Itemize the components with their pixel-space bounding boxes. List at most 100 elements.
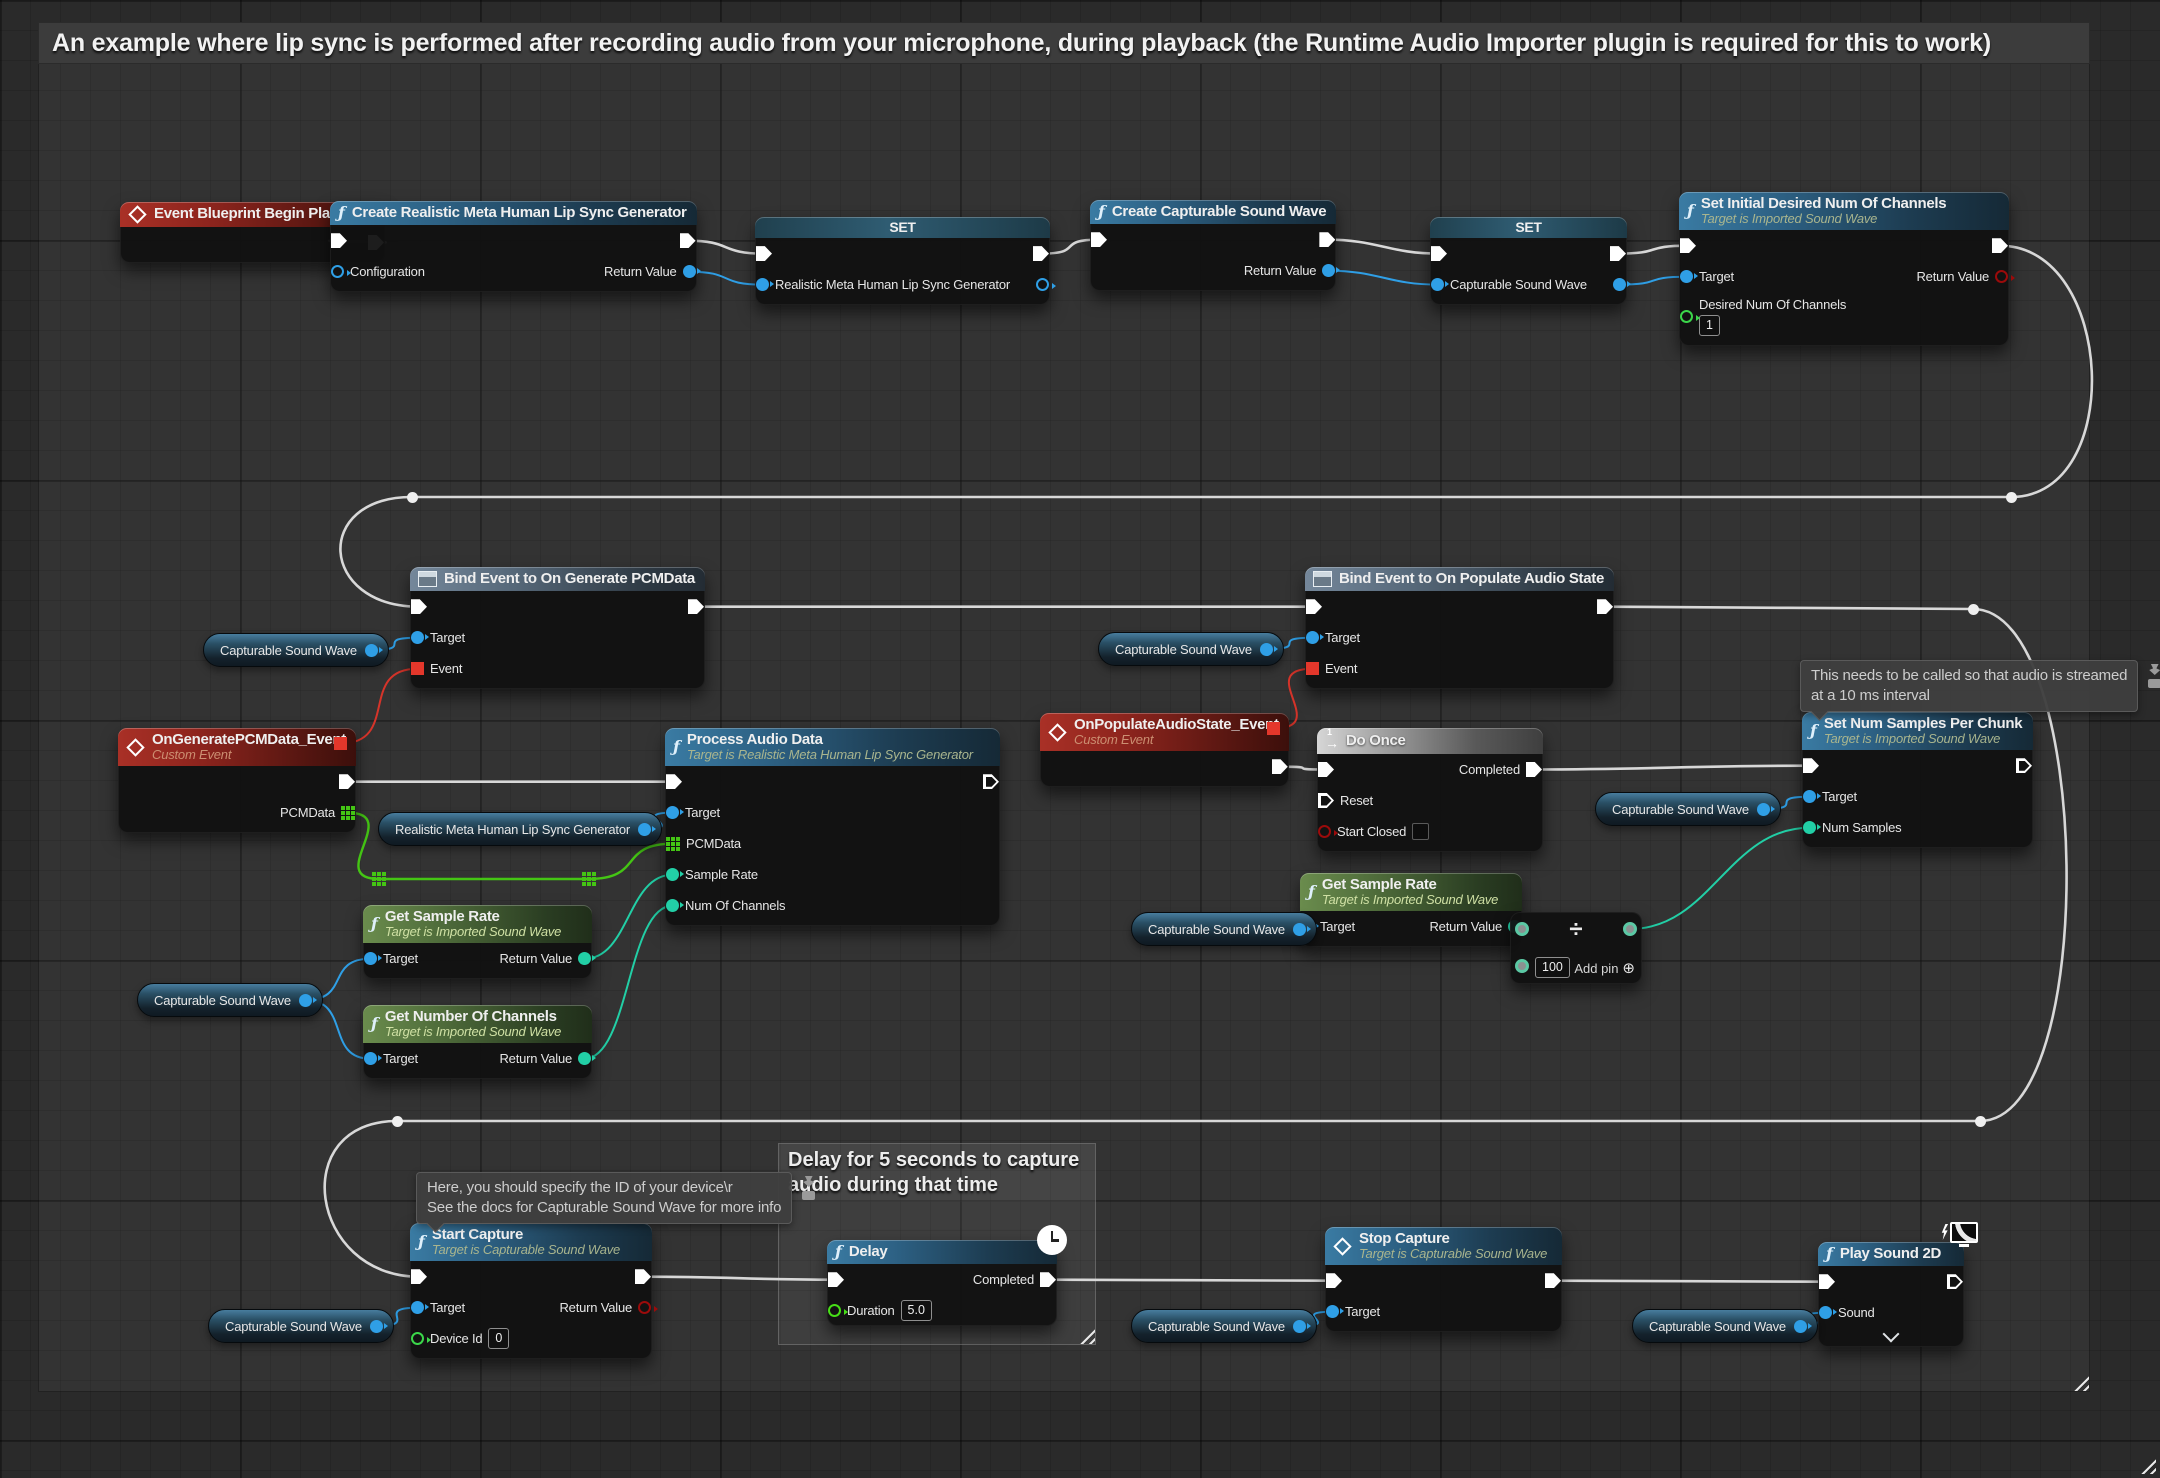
setC.out-pin[interactable]	[1613, 278, 1626, 291]
reroute-node[interactable]	[1975, 1116, 1986, 1127]
sns.target-pin[interactable]	[1803, 790, 1816, 803]
variable-get-p4[interactable]: Capturable Sound Wave	[1098, 632, 1284, 666]
setC-node[interactable]: SETCapturable Sound Wave	[1430, 217, 1627, 305]
p7.out-pin[interactable]	[370, 1320, 383, 1333]
op.dele-pin[interactable]	[1267, 722, 1280, 735]
gnc-node[interactable]: ƒGet Number Of ChannelsTarget is Importe…	[363, 1005, 592, 1079]
proc.target-pin[interactable]	[666, 806, 679, 819]
cc.execOut-pin[interactable]	[1319, 232, 1335, 247]
value-box[interactable]: 1	[1699, 315, 1720, 336]
comment-title-bar[interactable]: An example where lip sync is performed a…	[38, 22, 2090, 64]
p4.out-pin[interactable]	[1260, 643, 1273, 656]
gnc.target-pin[interactable]	[364, 1052, 377, 1065]
stop.execOut-pin[interactable]	[1545, 1273, 1561, 1288]
sic.execOut-pin[interactable]	[1992, 238, 2008, 253]
cr.ret-pin[interactable]	[683, 265, 696, 278]
gsr1-node[interactable]: ƒGet Sample RateTarget is Imported Sound…	[363, 905, 592, 979]
window-resize-grip[interactable]	[2136, 1454, 2156, 1474]
play.sound-pin[interactable]	[1819, 1306, 1832, 1319]
do1.reset-pin[interactable]	[1318, 793, 1334, 808]
do1-node[interactable]: →Do OnceCompletedResetStart Closed	[1317, 728, 1543, 852]
bind1-node[interactable]: Bind Event to On Generate PCMDataTargetE…	[410, 567, 705, 689]
play.execIn-pin[interactable]	[1819, 1274, 1835, 1289]
comment-resize-grip[interactable]	[2069, 1371, 2089, 1391]
cc.ret-pin[interactable]	[1322, 264, 1335, 277]
div.out-pin[interactable]	[1623, 922, 1637, 936]
stop-node[interactable]: Stop CaptureTarget is Capturable Sound W…	[1325, 1227, 1562, 1332]
start.execOut-pin[interactable]	[635, 1269, 651, 1284]
pin-comment-icon[interactable]	[2149, 664, 2160, 675]
speech-bubble-icon[interactable]	[2148, 679, 2160, 688]
stop.target-pin[interactable]	[1326, 1305, 1339, 1318]
p3.out-pin[interactable]	[638, 823, 651, 836]
do1.closed-pin[interactable]	[1318, 825, 1331, 838]
div.b-pin[interactable]	[1515, 959, 1529, 973]
bind1.execOut-pin[interactable]	[688, 599, 704, 614]
p6.out-pin[interactable]	[1757, 803, 1770, 816]
value-box[interactable]: 0	[488, 1328, 509, 1349]
sic.target-pin[interactable]	[1680, 270, 1693, 283]
variable-get-p6[interactable]: Capturable Sound Wave	[1595, 792, 1781, 826]
value-box[interactable]: 5.0	[901, 1300, 932, 1321]
proc-node[interactable]: ƒProcess Audio DataTarget is Realistic M…	[665, 728, 1000, 926]
start.dev-pin[interactable]	[411, 1332, 424, 1345]
cc-node[interactable]: ƒCreate Capturable Sound WaveReturn Valu…	[1090, 200, 1336, 291]
div.a-pin[interactable]	[1515, 922, 1529, 936]
bind1.event-pin[interactable]	[411, 662, 424, 675]
p1.out-pin[interactable]	[365, 644, 378, 657]
blueprint-graph-canvas[interactable]: An example where lip sync is performed a…	[0, 0, 2160, 1478]
sic.execIn-pin[interactable]	[1680, 238, 1696, 253]
delay.dur-pin[interactable]	[828, 1304, 841, 1317]
play-node[interactable]: ƒPlay Sound 2DSound	[1818, 1242, 1964, 1347]
variable-get-p7[interactable]: Capturable Sound Wave	[208, 1309, 394, 1343]
start.target-pin[interactable]	[411, 1301, 424, 1314]
speech-bubble-icon[interactable]	[802, 1191, 815, 1200]
sic.ret-pin[interactable]	[1995, 270, 2008, 283]
sns.num-pin[interactable]	[1803, 821, 1816, 834]
do1.done-pin[interactable]	[1526, 762, 1542, 777]
variable-get-p9[interactable]: Capturable Sound Wave	[1632, 1309, 1818, 1343]
reroute-node[interactable]	[407, 492, 418, 503]
cc.execIn-pin[interactable]	[1091, 232, 1107, 247]
og.out-pin[interactable]	[339, 774, 355, 789]
setR.execIn-pin[interactable]	[756, 246, 772, 261]
checkbox[interactable]	[1412, 823, 1429, 840]
op-node[interactable]: OnPopulateAudioState_EventCustom Event	[1040, 713, 1289, 787]
start-node[interactable]: ƒStart CaptureTarget is Capturable Sound…	[410, 1223, 652, 1359]
bind2.event-pin[interactable]	[1306, 662, 1319, 675]
array-reroute-node[interactable]	[372, 872, 386, 891]
start.ret-pin[interactable]	[638, 1301, 651, 1314]
gsr1.target-pin[interactable]	[364, 952, 377, 965]
bind2.execOut-pin[interactable]	[1597, 599, 1613, 614]
delay-comment-resize-grip[interactable]	[1075, 1324, 1095, 1344]
p8.out-pin[interactable]	[1293, 1320, 1306, 1333]
cr.execOut-pin[interactable]	[680, 233, 696, 248]
add-pin-button[interactable]: Add pin⊕	[1574, 959, 1635, 977]
sns.execOut-pin[interactable]	[2016, 758, 2032, 773]
p9.out-pin[interactable]	[1794, 1320, 1807, 1333]
sic.num-pin[interactable]	[1680, 310, 1693, 323]
bind2.execIn-pin[interactable]	[1306, 599, 1322, 614]
reroute-node[interactable]	[392, 1116, 403, 1127]
op.out-pin[interactable]	[1272, 759, 1288, 774]
cr.cfg-pin[interactable]	[331, 265, 344, 278]
setC.execIn-pin[interactable]	[1431, 246, 1447, 261]
delay.done-pin[interactable]	[1040, 1272, 1056, 1287]
setR.in-pin[interactable]	[756, 278, 769, 291]
variable-get-p1[interactable]: Capturable Sound Wave	[203, 633, 389, 667]
delay.execIn-pin[interactable]	[828, 1272, 844, 1287]
proc.execOut-pin[interactable]	[983, 774, 999, 789]
variable-get-p8[interactable]: Capturable Sound Wave	[1131, 1309, 1317, 1343]
sns-node[interactable]: ƒSet Num Samples Per ChunkTarget is Impo…	[1802, 712, 2033, 848]
cr.execIn-pin[interactable]	[331, 233, 347, 248]
setR.execOut-pin[interactable]	[1033, 246, 1049, 261]
stop.execIn-pin[interactable]	[1326, 1273, 1342, 1288]
bind2.target-pin[interactable]	[1306, 631, 1319, 644]
setR-node[interactable]: SETRealistic Meta Human Lip Sync Generat…	[755, 217, 1050, 305]
p5.out-pin[interactable]	[1293, 923, 1306, 936]
bind1.execIn-pin[interactable]	[411, 599, 427, 614]
gsr2-node[interactable]: ƒGet Sample RateTarget is Imported Sound…	[1300, 873, 1522, 947]
play.execOut-pin[interactable]	[1947, 1274, 1963, 1289]
pin-comment-icon[interactable]	[803, 1176, 814, 1187]
proc.rate-pin[interactable]	[666, 868, 679, 881]
